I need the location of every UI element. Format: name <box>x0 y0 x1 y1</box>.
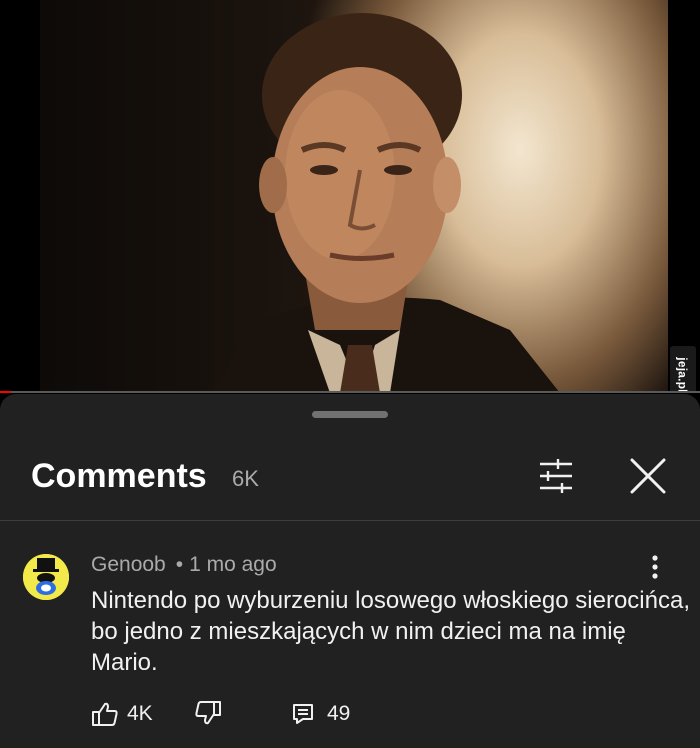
reply-comment-icon <box>293 704 313 724</box>
man-in-suit-image <box>210 13 560 393</box>
meta-separator: • <box>175 553 184 576</box>
like-count: 4K <box>127 702 153 725</box>
comment-meta: Genoob • 1 mo ago <box>91 553 277 577</box>
thumbs-up-icon <box>92 702 118 726</box>
more-vert-icon <box>652 555 658 579</box>
comment-time: 1 mo ago <box>189 553 277 576</box>
avatar[interactable] <box>23 554 69 600</box>
video-frame <box>40 0 668 393</box>
comments-count: 6K <box>232 466 259 491</box>
comments-title: Comments <box>31 457 207 495</box>
comment-more-button[interactable] <box>643 553 667 583</box>
comment-author[interactable]: Genoob <box>91 553 166 576</box>
comment-item: Genoob • 1 mo ago Nintendo po wyburzeniu l… <box>0 521 700 748</box>
close-icon <box>630 458 666 494</box>
like-button[interactable]: 4K <box>91 699 153 729</box>
reply-button[interactable]: 49 <box>291 699 350 729</box>
watermark-text: jeja.pl <box>676 357 691 393</box>
thumbs-down-icon <box>195 701 221 725</box>
video-player[interactable]: jeja.pl <box>0 0 700 393</box>
sliders-icon <box>540 459 572 493</box>
comment-actions: 4K 49 <box>91 699 651 729</box>
video-progress-bar[interactable] <box>0 391 700 393</box>
reply-count: 49 <box>327 702 351 725</box>
progress-fill <box>0 391 11 393</box>
close-button[interactable] <box>626 456 670 496</box>
top-hat-avatar-icon <box>23 554 69 600</box>
drag-handle[interactable] <box>312 411 388 418</box>
sort-filter-button[interactable] <box>536 458 576 494</box>
jeja-watermark: jeja.pl <box>670 346 696 393</box>
comment-text: Nintendo po wyburzeniu losowego włoskieg… <box>91 587 691 676</box>
dislike-button[interactable] <box>194 699 222 729</box>
comments-panel: Comments 6K Genoob • 1 mo ago Nintendo p… <box>0 394 700 748</box>
